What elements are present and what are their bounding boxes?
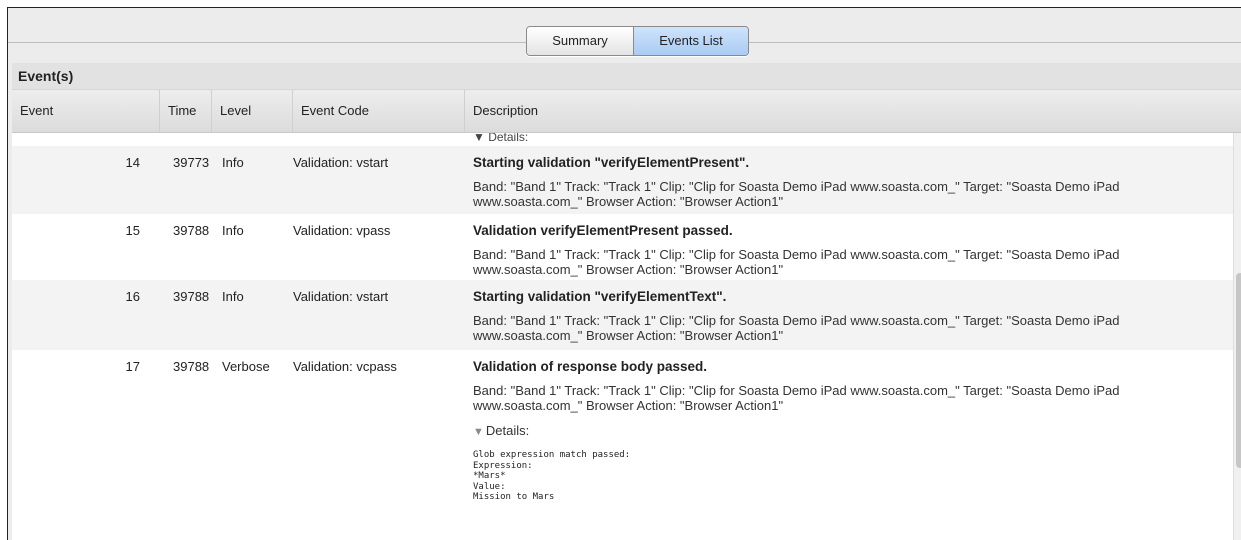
event-number: 17 — [125, 359, 140, 374]
event-code: Validation: vstart — [293, 289, 389, 304]
event-time: 39788 — [173, 289, 210, 304]
view-switcher: Summary Events List — [526, 26, 749, 56]
details-content: Glob expression match passed: Expression… — [473, 450, 631, 502]
tab-events-list[interactable]: Events List — [634, 27, 748, 55]
event-level: Info — [222, 289, 244, 304]
event-number: 14 — [125, 155, 140, 170]
column-header-event[interactable]: Event — [12, 90, 160, 132]
event-code: Validation: vstart — [293, 155, 389, 170]
table-row[interactable]: 17 39788 Verbose Validation: vcpass Vali… — [12, 350, 1234, 540]
event-number: 15 — [125, 223, 140, 238]
column-header-description[interactable]: Description — [465, 90, 1241, 132]
column-header-time[interactable]: Time — [160, 90, 212, 132]
event-detail: Band: "Band 1" Track: "Track 1" Clip: "C… — [473, 313, 1120, 343]
event-time: 39788 — [173, 359, 210, 374]
table-header: Event Time Level Event Code Description — [12, 90, 1241, 133]
event-description: Validation verifyElementPresent passed. … — [473, 223, 1213, 277]
table-row[interactable]: 16 39788 Info Validation: vstart Startin… — [12, 280, 1234, 350]
event-code: Validation: vcpass — [293, 359, 397, 374]
table-row[interactable]: 14 39773 Info Validation: vstart Startin… — [12, 146, 1234, 214]
event-detail: Band: "Band 1" Track: "Track 1" Clip: "C… — [473, 247, 1120, 277]
event-title: Starting validation "verifyElementPresen… — [473, 155, 750, 170]
event-level: Info — [222, 155, 244, 170]
tab-summary[interactable]: Summary — [527, 27, 634, 55]
event-time: 39788 — [173, 223, 210, 238]
event-description: Validation of response body passed. Band… — [473, 359, 1213, 503]
event-code: Validation: vpass — [293, 223, 391, 238]
panel-title: Event(s) — [12, 63, 1241, 90]
event-title: Validation of response body passed. — [473, 359, 708, 374]
event-level: Info — [222, 223, 244, 238]
tab-bar: Summary Events List — [8, 8, 1241, 60]
events-table-body: ▼ Details: 14 39773 Info Validation: vst… — [12, 133, 1234, 540]
app-window: Summary Events List Event(s) Event Time … — [7, 7, 1241, 540]
column-header-level[interactable]: Level — [212, 90, 293, 132]
vertical-scrollbar[interactable] — [1233, 133, 1241, 540]
event-title: Starting validation "verifyElementText". — [473, 289, 727, 304]
event-detail: Band: "Band 1" Track: "Track 1" Clip: "C… — [473, 179, 1120, 209]
column-header-event-code[interactable]: Event Code — [293, 90, 465, 132]
triangle-down-icon: ▼ — [473, 426, 484, 438]
event-title: Validation verifyElementPresent passed. — [473, 223, 733, 238]
table-row[interactable]: 15 39788 Info Validation: vpass Validati… — [12, 214, 1234, 280]
scrollbar-thumb[interactable] — [1236, 273, 1241, 468]
details-toggle[interactable]: ▼ Details: — [473, 423, 1213, 438]
details-toggle-cutoff: ▼ Details: — [473, 133, 529, 144]
event-description: Starting validation "verifyElementText".… — [473, 289, 1213, 343]
event-description: Starting validation "verifyElementPresen… — [473, 155, 1213, 209]
event-number: 16 — [125, 289, 140, 304]
event-time: 39773 — [173, 155, 210, 170]
details-label: Details: — [485, 423, 530, 438]
event-detail: Band: "Band 1" Track: "Track 1" Clip: "C… — [473, 383, 1120, 413]
event-level: Verbose — [222, 359, 270, 374]
events-panel: Event(s) Event Time Level Event Code Des… — [12, 63, 1241, 540]
